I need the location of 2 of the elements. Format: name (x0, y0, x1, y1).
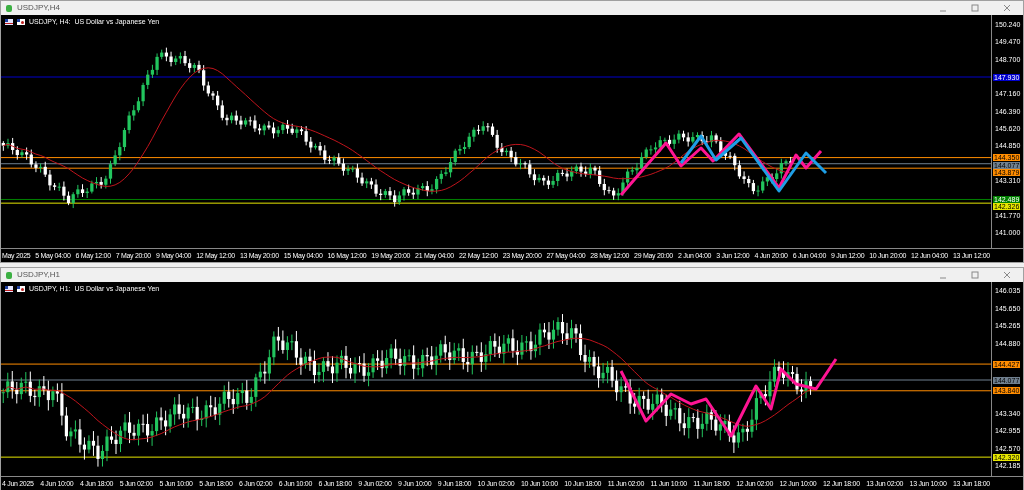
window-title: USDJPY,H4 (17, 4, 60, 12)
window-title: USDJPY,H1 (17, 271, 60, 279)
